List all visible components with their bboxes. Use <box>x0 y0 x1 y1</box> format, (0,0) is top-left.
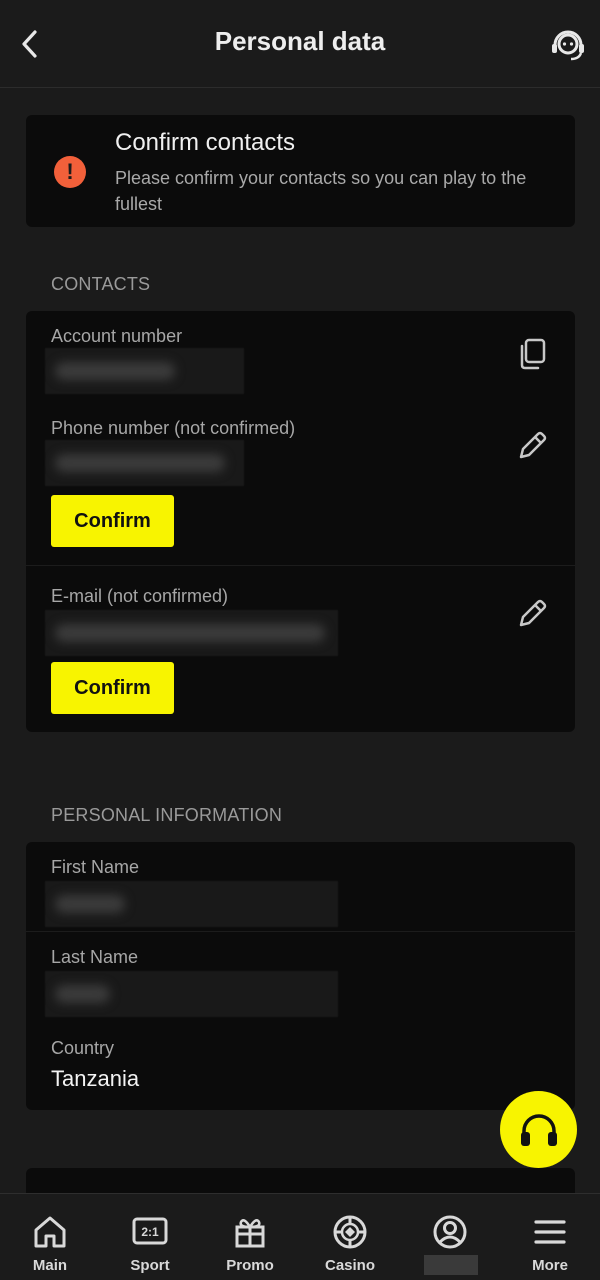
copy-icon <box>520 338 546 370</box>
confirm-phone-button[interactable]: Confirm <box>51 495 174 547</box>
personal-info-card: First Name Last Name Country Tanzania <box>26 842 575 1110</box>
account-number-value <box>45 348 244 394</box>
account-number-label: Account number <box>51 326 183 346</box>
svg-text:2:1: 2:1 <box>141 1225 159 1239</box>
personal-section-label: PERSONAL INFORMATION <box>51 805 283 825</box>
nav-label: More <box>532 1257 568 1274</box>
nav-item-sport[interactable]: 2:1 Sport <box>100 1194 200 1280</box>
edit-email-button[interactable] <box>515 597 549 631</box>
nav-label: Promo <box>226 1257 274 1274</box>
profile-icon <box>431 1214 469 1250</box>
copy-button[interactable] <box>515 337 549 371</box>
page-title: Personal data <box>214 26 386 56</box>
nav-item-profile[interactable] <box>400 1194 500 1280</box>
contacts-section-label: CONTACTS <box>51 274 151 294</box>
support-button[interactable] <box>548 24 588 64</box>
confirm-email-button[interactable]: Confirm <box>51 662 174 714</box>
nav-item-more[interactable]: More <box>500 1194 600 1280</box>
gift-icon <box>231 1214 269 1250</box>
last-name-label: Last Name <box>51 947 139 967</box>
nav-label: Sport <box>130 1257 170 1274</box>
home-icon <box>31 1214 69 1250</box>
bottom-nav: Main 2:1 Sport Promo Casino More <box>0 1193 600 1280</box>
phone-number-label: Phone number (not confirmed) <box>51 418 296 438</box>
nav-item-main[interactable]: Main <box>0 1194 100 1280</box>
email-label: E-mail (not confirmed) <box>51 586 229 606</box>
edit-phone-button[interactable] <box>515 429 549 463</box>
nav-label: Casino <box>324 1257 375 1274</box>
phone-number-value <box>45 440 244 486</box>
divider <box>26 931 575 932</box>
headset-icon <box>552 30 584 61</box>
contacts-card: Account number Phone number (not confirm… <box>26 311 575 732</box>
top-bar: Personal data <box>0 0 600 88</box>
casino-chip-icon <box>331 1214 369 1250</box>
pencil-icon <box>519 431 547 459</box>
divider <box>26 565 575 566</box>
country-value: Tanzania <box>51 1066 140 1091</box>
last-name-value <box>45 971 338 1017</box>
nav-label-redacted <box>424 1255 478 1275</box>
nav-label: Main <box>32 1257 68 1274</box>
alert-text: Please confirm your contacts so you can … <box>115 168 527 214</box>
menu-icon <box>531 1214 569 1250</box>
nav-item-promo[interactable]: Promo <box>200 1194 300 1280</box>
pencil-icon <box>519 599 547 627</box>
nav-item-casino[interactable]: Casino <box>300 1194 400 1280</box>
first-name-label: First Name <box>51 857 140 877</box>
country-label: Country <box>51 1038 115 1058</box>
first-name-value <box>45 881 338 927</box>
email-value <box>45 610 338 656</box>
alert-title: Confirm contacts <box>115 129 296 156</box>
confirm-contacts-alert: ! Confirm contacts Please confirm your c… <box>26 115 575 227</box>
exclamation-icon: ! <box>54 156 86 188</box>
scoreboard-icon: 2:1 <box>131 1214 169 1250</box>
headphones-icon <box>520 1113 557 1146</box>
support-fab[interactable] <box>500 1091 577 1168</box>
